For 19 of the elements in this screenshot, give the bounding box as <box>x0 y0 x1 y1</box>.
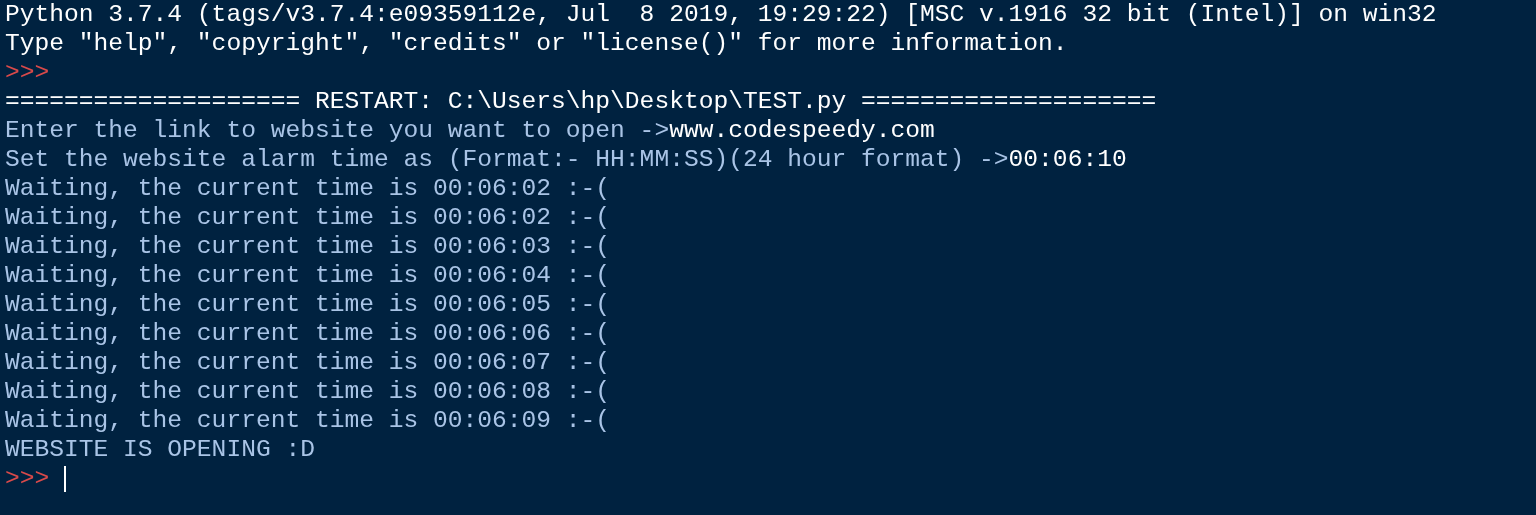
shell-text: Type "help", "copyright", "credits" or "license()" for more information. <box>5 29 1068 58</box>
program-output: Waiting, the current time is 00:06:02 :-( <box>5 174 611 203</box>
program-output: Waiting, the current time is 00:06:03 :-( <box>5 232 611 261</box>
shell-text: Python 3.7.4 (tags/v3.7.4:e09359112e, Jul 8 2019, 19:29:22) [MSC v.1916 32 bit (Intel)] on win32 <box>5 0 1437 29</box>
program-output: Set the website alarm time as (Format:- HH:MM:SS)(24 hour format) -> <box>5 145 1009 174</box>
program-output: Waiting, the current time is 00:06:09 :-( <box>5 406 611 435</box>
shell-text: ==================== RESTART: C:\Users\hp\Desktop\TEST.py ==================== <box>5 87 1157 116</box>
shell-prompt: >>> <box>5 464 50 493</box>
program-output: Waiting, the current time is 00:06:06 :-( <box>5 319 611 348</box>
shell-prompt: >>> <box>5 58 50 87</box>
program-output: Waiting, the current time is 00:06:05 :-( <box>5 290 611 319</box>
program-output: Enter the link to website you want to open -> <box>5 116 670 145</box>
program-output: Waiting, the current time is 00:06:02 :-( <box>5 203 611 232</box>
program-output: Waiting, the current time is 00:06:08 :-( <box>5 377 611 406</box>
program-output: Waiting, the current time is 00:06:04 :-( <box>5 261 611 290</box>
typed-input-text: www.codespeedy.com <box>669 116 935 145</box>
typed-input-text: 00:06:10 <box>1008 145 1127 174</box>
program-output: WEBSITE IS OPENING :D <box>5 435 315 464</box>
program-output: Waiting, the current time is 00:06:07 :-( <box>5 348 611 377</box>
